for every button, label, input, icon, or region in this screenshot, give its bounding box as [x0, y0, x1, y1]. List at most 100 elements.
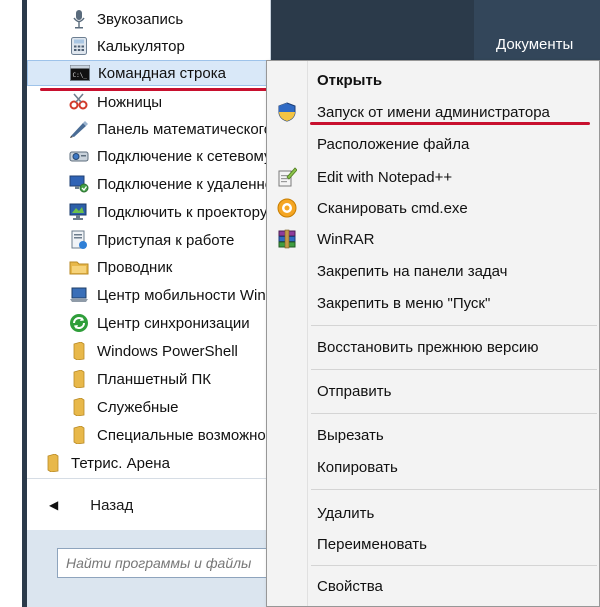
menu-item-winrar[interactable]: WinRAR — [267, 224, 599, 254]
menu-label: Закрепить в меню "Пуск" — [317, 294, 491, 312]
program-label: Проводник — [97, 258, 173, 276]
program-label: Центр мобильности Windows — [97, 286, 270, 304]
uac-shield-icon — [276, 101, 298, 123]
program-label: Планшетный ПК — [97, 370, 212, 388]
remote-desktop-icon — [69, 174, 89, 194]
microphone-icon — [69, 9, 89, 29]
menu-separator — [311, 413, 597, 414]
program-folder-tablet-pc[interactable]: Планшетный ПК — [27, 366, 270, 392]
program-item-calculator[interactable]: Калькулятор — [27, 33, 270, 59]
projector-icon — [69, 202, 89, 222]
getting-started-icon — [69, 230, 89, 250]
antivirus-icon — [276, 197, 298, 219]
program-label: Калькулятор — [97, 37, 185, 55]
menu-separator — [311, 565, 597, 566]
menu-label: Сканировать cmd.exe — [317, 199, 468, 217]
context-menu: Открыть Запуск от имени администратора Р… — [266, 60, 600, 607]
folder-icon — [43, 453, 63, 473]
program-label: Ножницы — [97, 93, 163, 111]
program-item-network-projector[interactable]: Подключение к сетевому проектору — [27, 143, 270, 169]
folder-icon — [69, 397, 89, 417]
mobility-center-icon — [69, 285, 89, 305]
menu-label: Открыть — [317, 71, 383, 89]
program-item-getting-started[interactable]: Приступая к работе — [27, 227, 270, 253]
menu-separator — [311, 325, 597, 326]
program-label: Подключение к удаленному рабочему столу — [97, 175, 270, 193]
program-item-remote-desktop[interactable]: Подключение к удаленному рабочему столу — [27, 171, 270, 197]
menu-label: Закрепить на панели задач — [317, 262, 508, 280]
program-label: Командная строка — [98, 64, 226, 82]
program-label: Звукозапись — [97, 10, 184, 28]
svg-text:C:\_: C:\_ — [73, 72, 88, 79]
triangle-left-icon: ◀ — [49, 498, 59, 512]
annotation-underline-menu — [310, 122, 590, 125]
program-item-sync-center[interactable]: Центр синхронизации — [27, 310, 270, 336]
sync-center-icon — [69, 313, 89, 333]
program-folder-accessories[interactable]: Служебные — [27, 394, 270, 420]
back-label: Назад — [90, 496, 134, 514]
menu-separator — [311, 369, 597, 370]
program-item-command-prompt[interactable]: C:\_ Командная строка — [27, 60, 270, 86]
annotation-underline-program — [40, 88, 276, 91]
menu-item-copy[interactable]: Копировать — [267, 452, 599, 482]
program-label: Подключение к сетевому проектору — [97, 147, 270, 165]
menu-label: Расположение файла — [317, 135, 470, 153]
menu-item-pin-start[interactable]: Закрепить в меню "Пуск" — [267, 288, 599, 318]
menu-label: Копировать — [317, 458, 398, 476]
winrar-icon — [276, 228, 298, 250]
folder-icon — [69, 341, 89, 361]
program-label: Панель математического ввода — [97, 120, 270, 138]
program-label: Центр синхронизации — [97, 314, 250, 332]
menu-item-file-location[interactable]: Расположение файла — [267, 129, 599, 159]
menu-item-pin-taskbar[interactable]: Закрепить на панели задач — [267, 256, 599, 286]
menu-label: WinRAR — [317, 230, 375, 248]
program-item-connect-projector[interactable]: Подключить к проектору — [27, 199, 270, 225]
menu-item-rename[interactable]: Переименовать — [267, 529, 599, 559]
menu-label: Запуск от имени администратора — [317, 103, 550, 121]
cmd-icon: C:\_ — [70, 63, 90, 83]
scissors-icon — [69, 92, 89, 112]
menu-separator — [311, 489, 597, 490]
network-projector-icon — [69, 146, 89, 166]
menu-item-restore-previous[interactable]: Восстановить прежнюю версию — [267, 332, 599, 362]
program-folder-tetris-arena[interactable]: Тетрис. Арена — [27, 450, 270, 476]
menu-label: Свойства — [317, 577, 383, 595]
menu-label: Удалить — [317, 504, 375, 522]
menu-label: Восстановить прежнюю версию — [317, 338, 539, 356]
menu-label: Отправить — [317, 382, 392, 400]
menu-label: Edit with Notepad++ — [317, 168, 453, 186]
programs-divider — [27, 478, 270, 479]
menu-item-open[interactable]: Открыть — [267, 65, 599, 95]
program-folder-accessibility[interactable]: Специальные возможности — [27, 422, 270, 448]
explorer-icon — [69, 257, 89, 277]
menu-label: Переименовать — [317, 535, 427, 553]
menu-label: Вырезать — [317, 426, 384, 444]
program-folder-powershell[interactable]: Windows PowerShell — [27, 338, 270, 364]
menu-item-edit-notepadpp[interactable]: Edit with Notepad++ — [267, 162, 599, 192]
notepadpp-icon — [276, 166, 298, 188]
program-label: Приступая к работе — [97, 231, 235, 249]
program-item-sound-recorder[interactable]: Звукозапись — [27, 6, 270, 32]
folder-icon — [69, 425, 89, 445]
program-label: Тетрис. Арена — [71, 454, 170, 472]
program-label: Специальные возможности — [97, 426, 270, 444]
program-item-explorer[interactable]: Проводник — [27, 254, 270, 280]
back-button[interactable]: ◀ Назад — [27, 492, 270, 518]
menu-item-cut[interactable]: Вырезать — [267, 420, 599, 450]
menu-item-delete[interactable]: Удалить — [267, 498, 599, 528]
folder-icon — [69, 369, 89, 389]
program-label: Windows PowerShell — [97, 342, 238, 360]
documents-link[interactable]: Документы — [496, 36, 573, 53]
calculator-icon — [69, 36, 89, 56]
menu-item-send-to[interactable]: Отправить — [267, 376, 599, 406]
search-area: Найти программы и файлы — [27, 530, 293, 607]
program-item-mobility-center[interactable]: Центр мобильности Windows — [27, 282, 270, 308]
program-item-snipping-tool[interactable]: Ножницы — [27, 89, 270, 115]
menu-item-properties[interactable]: Свойства — [267, 571, 599, 601]
math-panel-icon — [69, 119, 89, 139]
menu-item-scan[interactable]: Сканировать cmd.exe — [267, 193, 599, 223]
program-label: Служебные — [97, 398, 179, 416]
search-input[interactable]: Найти программы и файлы — [57, 548, 293, 578]
program-label: Подключить к проектору — [97, 203, 268, 221]
program-item-math-input-panel[interactable]: Панель математического ввода — [27, 116, 270, 142]
